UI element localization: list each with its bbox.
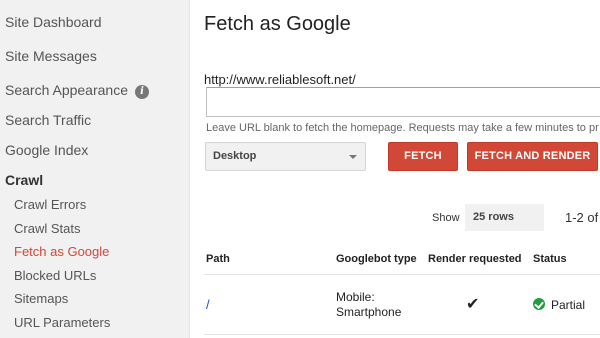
fetch-and-render-button[interactable]: FETCH AND RENDER <box>467 142 598 171</box>
sidebar-item-label: Search Appearance <box>5 82 128 98</box>
page-title: Fetch as Google <box>204 13 351 35</box>
sidebar-subitem-blocked-urls[interactable]: Blocked URLs <box>14 268 96 283</box>
sidebar-subitem-fetch-as-google[interactable]: Fetch as Google <box>14 244 109 259</box>
googlebot-type-cell: Mobile: Smartphone <box>336 290 402 319</box>
sidebar-subitem-crawl-stats[interactable]: Crawl Stats <box>14 221 80 236</box>
show-label: Show <box>432 212 460 224</box>
column-header-render-requested[interactable]: Render requested <box>428 253 522 265</box>
table-row-divider <box>204 334 600 335</box>
sidebar-subitem-crawl-errors[interactable]: Crawl Errors <box>14 197 86 212</box>
fetch-button[interactable]: FETCH <box>388 142 458 171</box>
column-header-path[interactable]: Path <box>206 253 230 265</box>
rows-per-page-select[interactable]: 25 rows <box>465 204 544 231</box>
url-hint: Leave URL blank to fetch the homepage. R… <box>206 122 599 134</box>
sidebar-subitem-url-parameters[interactable]: URL Parameters <box>14 315 110 330</box>
url-input[interactable] <box>206 87 600 117</box>
sidebar: Site Dashboard Site Messages Search Appe… <box>0 0 190 338</box>
column-header-status[interactable]: Status <box>533 253 567 265</box>
sidebar-item-site-messages[interactable]: Site Messages <box>5 48 97 64</box>
table-header-divider <box>204 274 600 275</box>
info-icon[interactable]: i <box>134 85 149 99</box>
column-header-googlebot-type[interactable]: Googlebot type <box>336 253 417 265</box>
sidebar-subitem-sitemaps[interactable]: Sitemaps <box>14 291 68 306</box>
device-select-value: Desktop <box>213 150 257 162</box>
status-text[interactable]: Partial <box>551 298 585 312</box>
sidebar-item-search-appearance[interactable]: Search Appearance i <box>5 82 149 99</box>
site-url-prefix: http://www.reliablesoft.net/ <box>204 72 356 87</box>
path-link[interactable]: / <box>206 297 210 312</box>
sidebar-item-search-traffic[interactable]: Search Traffic <box>5 112 91 128</box>
check-circle-icon <box>533 298 545 310</box>
sidebar-item-crawl[interactable]: Crawl <box>5 172 43 188</box>
sidebar-item-site-dashboard[interactable]: Site Dashboard <box>5 14 102 30</box>
sidebar-item-google-index[interactable]: Google Index <box>5 142 88 158</box>
caret-down-icon <box>349 155 357 159</box>
pagination-range: 1-2 of <box>565 210 599 225</box>
checkmark-icon: ✔ <box>466 296 480 313</box>
device-select[interactable]: Desktop <box>205 142 366 171</box>
